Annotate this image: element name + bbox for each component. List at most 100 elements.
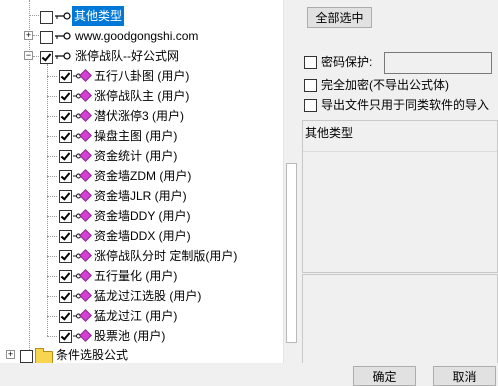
tree-item-label: 五行八卦图 (用户) [94,69,190,83]
tree-item-formula[interactable]: 资金墙DDY (用户) [0,206,283,226]
password-input[interactable] [384,52,492,74]
tree-item-label: 涨停战队--好公式网 [75,49,179,63]
formula-icon [79,169,92,182]
tree-item-label: 潜伏涨停3 (用户) [94,109,185,123]
item-checkbox[interactable] [40,51,53,64]
tree-line [47,116,57,117]
item-checkbox[interactable] [20,350,33,363]
tree-item-formula[interactable]: 五行八卦图 (用户) [0,66,283,86]
tree-line [47,336,57,337]
tree-item-formula[interactable]: 涨停战队分时 定制版(用户) [0,246,283,266]
tree-line [47,176,57,177]
cancel-button[interactable]: 取消 [433,366,496,386]
same-type-label: 导出文件只用于同类软件的导入 [321,98,490,112]
tree-item-label: 猛龙过江 (用户) [94,309,178,323]
tree-line [47,96,57,97]
expand-icon[interactable]: + [6,350,15,359]
tree-item-label: 资金墙DDX (用户) [94,229,191,243]
collapse-icon[interactable]: − [24,51,33,60]
item-checkbox[interactable] [59,310,72,323]
full-encrypt-checkbox[interactable] [304,79,317,92]
expand-icon[interactable]: + [24,31,33,40]
type-list-body[interactable] [302,152,498,273]
tree-item-formula[interactable]: 五行量化 (用户) [0,266,283,286]
full-encrypt-label: 完全加密(不导出公式体) [321,78,449,92]
scrollbar-thumb[interactable] [286,163,297,343]
tree-item-formula[interactable]: 猛龙过江 (用户) [0,306,283,326]
formula-icon [79,329,92,342]
formula-icon [79,149,92,162]
tree-item-condition-select[interactable]: + 条件选股公式 [0,345,283,363]
item-checkbox[interactable] [59,230,72,243]
select-all-button[interactable]: 全部选中 [307,7,372,28]
item-checkbox[interactable] [59,190,72,203]
tree-item-label: 五行量化 (用户) [94,269,178,283]
tree-item-formula[interactable]: 操盘主图 (用户) [0,126,283,146]
tree-item-label: 条件选股公式 [56,348,129,362]
folder-icon [35,348,53,363]
item-checkbox[interactable] [59,70,72,83]
tree-scrollbar[interactable] [283,0,298,363]
key-icon [55,12,71,20]
tree-line [47,296,57,297]
item-checkbox[interactable] [59,110,72,123]
tree-line [47,76,57,77]
tree-line [47,156,57,157]
type-list[interactable]: 其他类型 [302,120,498,154]
formula-icon [79,129,92,142]
item-checkbox[interactable] [59,170,72,183]
tree-item-other-types[interactable]: 其他类型 [0,6,283,26]
item-checkbox[interactable] [59,150,72,163]
bottom-bar: 确定 取消 [0,363,498,386]
item-checkbox[interactable] [59,130,72,143]
tree-item-formula[interactable]: 潜伏涨停3 (用户) [0,106,283,126]
key-icon [55,52,71,60]
description-box [302,274,498,364]
item-checkbox[interactable] [40,11,53,24]
tree-line [47,136,57,137]
tree-item-formula[interactable]: 资金墙DDX (用户) [0,226,283,246]
tree-item-formula[interactable]: 猛龙过江选股 (用户) [0,286,283,306]
tree-item-formula[interactable]: 股票池 (用户) [0,326,283,346]
tree-line [47,196,57,197]
tree-line [47,216,57,217]
tree-item-formula[interactable]: 资金墙ZDM (用户) [0,166,283,186]
tree-item-formula[interactable]: 资金墙JLR (用户) [0,186,283,206]
tree-item-label: 涨停战队分时 定制版(用户) [94,249,238,263]
password-checkbox[interactable] [304,56,317,69]
type-header: 其他类型 [305,126,354,140]
tree-item-label: 资金墙DDY (用户) [94,209,191,223]
tree-line [47,276,57,277]
ok-button[interactable]: 确定 [353,366,416,386]
item-checkbox[interactable] [59,250,72,263]
same-type-checkbox[interactable] [304,99,317,112]
formula-icon [79,89,92,102]
item-checkbox[interactable] [59,90,72,103]
item-checkbox[interactable] [40,31,53,44]
tree-item-label: 涨停战队主 (用户) [94,89,190,103]
formula-icon [79,69,92,82]
formula-tree[interactable]: 其他类型 + www.goodgongshi.com − 涨停战队--好公式网 … [0,0,298,363]
tree-item-label: 资金墙ZDM (用户) [94,169,192,183]
tree-item-label: 操盘主图 (用户) [94,129,178,143]
tree-item-label: 猛龙过江选股 (用户) [94,289,202,303]
item-checkbox[interactable] [59,290,72,303]
item-checkbox[interactable] [59,210,72,223]
tree-item-label: 资金墙JLR (用户) [94,189,187,203]
password-label: 密码保护: [321,55,373,69]
formula-icon [79,249,92,262]
key-icon [55,32,71,40]
tree-item-zhangting-team[interactable]: − 涨停战队--好公式网 [0,46,283,66]
tree-line [47,236,57,237]
formula-icon [79,269,92,282]
tree-item-formula[interactable]: 资金统计 (用户) [0,146,283,166]
item-checkbox[interactable] [59,330,72,343]
item-checkbox[interactable] [59,270,72,283]
tree-line [47,316,57,317]
tree-line [47,256,57,257]
formula-icon [79,289,92,302]
formula-icon [79,189,92,202]
formula-icon [79,209,92,222]
tree-item-goodgongshi[interactable]: + www.goodgongshi.com [0,26,283,46]
tree-item-formula[interactable]: 涨停战队主 (用户) [0,86,283,106]
